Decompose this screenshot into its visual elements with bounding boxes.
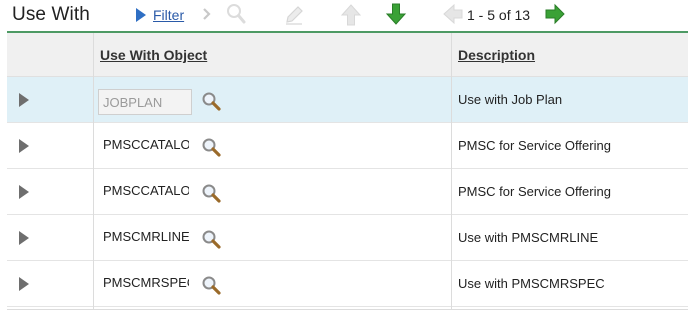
object-field[interactable]: PMSCMRLINE bbox=[103, 229, 189, 244]
expand-row-icon[interactable] bbox=[18, 230, 30, 246]
filter-arrow-icon[interactable] bbox=[134, 7, 148, 23]
arrow-up-icon bbox=[340, 4, 362, 26]
row-description: PMSC for Service Offering bbox=[458, 184, 611, 199]
column-header-description[interactable]: Description bbox=[458, 47, 535, 63]
expand-row-icon[interactable] bbox=[18, 276, 30, 292]
use-with-table: Use With Object Description JOBPLAN Use … bbox=[7, 31, 688, 322]
page-info: 1 - 5 of 13 bbox=[467, 7, 531, 23]
lookup-magnifier-icon[interactable] bbox=[201, 91, 221, 111]
expand-row-icon[interactable] bbox=[18, 92, 30, 108]
table-bottom-border bbox=[7, 309, 688, 310]
table-header: Use With Object Description bbox=[7, 33, 688, 77]
table-row[interactable]: PMSCCATALOG PMSC for Service Offering bbox=[7, 169, 688, 215]
object-field[interactable]: PMSCMRSPEC bbox=[103, 275, 189, 290]
chevron-right-icon bbox=[203, 8, 211, 20]
arrow-down-icon[interactable] bbox=[385, 2, 407, 26]
expand-row-icon[interactable] bbox=[18, 138, 30, 154]
object-field[interactable]: PMSCCATALOG bbox=[103, 183, 189, 198]
object-field[interactable]: PMSCCATALOG bbox=[103, 137, 189, 152]
search-icon bbox=[227, 4, 246, 24]
lookup-magnifier-icon[interactable] bbox=[201, 183, 221, 203]
row-description: Use with PMSCMRSPEC bbox=[458, 276, 605, 291]
column-divider bbox=[93, 33, 94, 309]
expand-row-icon[interactable] bbox=[18, 184, 30, 200]
filter-link[interactable]: Filter bbox=[153, 7, 184, 23]
row-description: Use with Job Plan bbox=[458, 92, 563, 107]
table-row[interactable]: JOBPLAN Use with Job Plan bbox=[7, 77, 688, 123]
table-toolbar: Use With Filter 1 - 5 of 13 bbox=[0, 0, 688, 32]
lookup-magnifier-icon[interactable] bbox=[201, 275, 221, 295]
row-description: Use with PMSCMRLINE bbox=[458, 230, 599, 245]
row-description: PMSC for Service Offering bbox=[458, 138, 611, 153]
object-field-readonly[interactable]: JOBPLAN bbox=[98, 89, 192, 115]
section-title: Use With bbox=[12, 4, 90, 25]
table-row[interactable]: PMSCCATALOG PMSC for Service Offering bbox=[7, 123, 688, 169]
column-header-object[interactable]: Use With Object bbox=[100, 47, 207, 63]
column-divider bbox=[451, 33, 452, 309]
table-row[interactable]: PMSCMRLINE Use with PMSCMRLINE bbox=[7, 215, 688, 261]
arrow-right-icon[interactable] bbox=[544, 3, 566, 25]
lookup-magnifier-icon[interactable] bbox=[201, 229, 221, 249]
lookup-magnifier-icon[interactable] bbox=[201, 137, 221, 157]
table-row[interactable]: PMSCMRSPEC Use with PMSCMRSPEC bbox=[7, 261, 688, 307]
arrow-left-icon bbox=[443, 4, 463, 24]
pencil-icon bbox=[286, 6, 303, 25]
